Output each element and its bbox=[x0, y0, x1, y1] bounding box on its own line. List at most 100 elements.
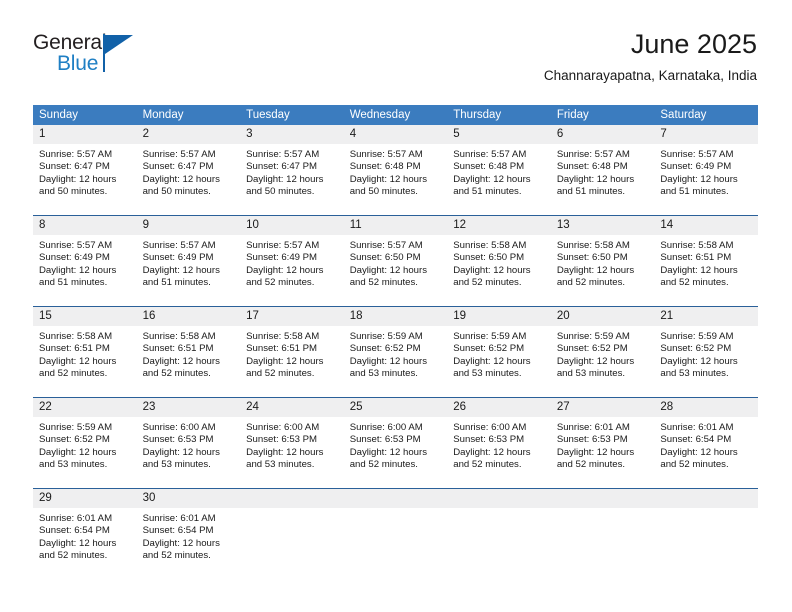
daylight-text: Daylight: 12 hours and 53 minutes. bbox=[453, 355, 531, 380]
daylight-text: Daylight: 12 hours and 52 minutes. bbox=[39, 355, 117, 380]
calendar-day-cell[interactable]: 24 Sunrise: 6:00 AM Sunset: 6:53 PM Dayligh… bbox=[240, 397, 344, 489]
day-number bbox=[343, 489, 448, 508]
calendar-day-cell[interactable]: 6 Sunrise: 5:57 AM Sunset: 6:48 PM Daylight… bbox=[550, 125, 655, 216]
calendar-day-cell[interactable]: 7 Sunrise: 5:57 AM Sunset: 6:49 PM Daylight… bbox=[654, 125, 758, 216]
daylight-text: Daylight: 12 hours and 52 minutes. bbox=[349, 264, 428, 289]
calendar-day-cell[interactable]: 25 Sunrise: 6:00 AM Sunset: 6:53 PM Dayligh… bbox=[343, 397, 448, 489]
sunset-text: Sunset: 6:52 PM bbox=[556, 343, 628, 355]
calendar-week-row: 8 Sunrise: 5:57 AM Sunset: 6:49 PM Daylight… bbox=[33, 215, 758, 307]
calendar-day-cell[interactable]: 19 Sunrise: 5:59 AM Sunset: 6:52 PM Dayligh… bbox=[447, 306, 551, 398]
day-cell-inner: 4 Sunrise: 5:57 AM Sunset: 6:48 PM Daylight… bbox=[343, 125, 448, 215]
calendar-day-cell[interactable]: 30 Sunrise: 6:01 AM Sunset: 6:54 PM Dayligh… bbox=[136, 488, 241, 579]
calendar-day-cell[interactable]: 27 Sunrise: 6:01 AM Sunset: 6:53 PM Dayligh… bbox=[550, 397, 655, 489]
calendar-day-cell[interactable]: 29 Sunrise: 6:01 AM Sunset: 6:54 PM Dayligh… bbox=[33, 488, 137, 579]
calendar-day-cell[interactable]: 3 Sunrise: 5:57 AM Sunset: 6:47 PM Daylight… bbox=[240, 125, 344, 216]
day-number: 10 bbox=[240, 216, 344, 235]
day-cell-inner: 22 Sunrise: 5:59 AM Sunset: 6:52 PM Dayligh… bbox=[33, 398, 137, 488]
sunset-text: Sunset: 6:50 PM bbox=[453, 252, 525, 264]
daylight-text: Daylight: 12 hours and 52 minutes. bbox=[246, 264, 324, 289]
sunrise-text: Sunrise: 5:57 AM bbox=[142, 149, 216, 160]
day-number: 29 bbox=[33, 489, 137, 508]
day-info: Sunrise: 5:59 AM Sunset: 6:52 PM Daylight:… bbox=[33, 417, 137, 472]
day-info: Sunrise: 5:58 AM Sunset: 6:51 PM Daylight:… bbox=[33, 326, 137, 381]
daylight-text: Daylight: 12 hours and 51 minutes. bbox=[142, 264, 220, 289]
daylight-text: Daylight: 12 hours and 50 minutes. bbox=[246, 173, 324, 198]
day-number: 7 bbox=[654, 125, 758, 144]
sunrise-text: Sunrise: 5:57 AM bbox=[349, 149, 423, 160]
daylight-text: Daylight: 12 hours and 53 minutes. bbox=[246, 446, 324, 471]
day-number: 22 bbox=[33, 398, 137, 417]
day-cell-inner: 17 Sunrise: 5:58 AM Sunset: 6:51 PM Dayligh… bbox=[240, 307, 344, 397]
weekday-header-thursday: Thursday bbox=[447, 105, 551, 125]
sunset-text: Sunset: 6:52 PM bbox=[349, 343, 421, 355]
day-cell-inner bbox=[447, 489, 551, 579]
calendar-week-row: 29 Sunrise: 6:01 AM Sunset: 6:54 PM Dayligh… bbox=[33, 488, 758, 579]
sunset-text: Sunset: 6:49 PM bbox=[246, 252, 318, 264]
day-number: 6 bbox=[550, 125, 655, 144]
calendar-day-cell[interactable]: 10 Sunrise: 5:57 AM Sunset: 6:49 PM Dayligh… bbox=[240, 215, 344, 307]
day-info: Sunrise: 5:57 AM Sunset: 6:49 PM Daylight:… bbox=[654, 144, 758, 199]
daylight-text: Daylight: 12 hours and 52 minutes. bbox=[660, 264, 738, 289]
calendar-day-cell[interactable]: 12 Sunrise: 5:58 AM Sunset: 6:50 PM Dayligh… bbox=[447, 215, 551, 307]
weekday-header-tuesday: Tuesday bbox=[240, 105, 344, 125]
daylight-text: Daylight: 12 hours and 53 minutes. bbox=[39, 446, 117, 471]
day-cell-inner: 25 Sunrise: 6:00 AM Sunset: 6:53 PM Dayligh… bbox=[343, 398, 448, 488]
calendar-day-cell[interactable]: 18 Sunrise: 5:59 AM Sunset: 6:52 PM Dayligh… bbox=[343, 306, 448, 398]
day-number: 28 bbox=[654, 398, 758, 417]
calendar-day-cell[interactable]: 28 Sunrise: 6:01 AM Sunset: 6:54 PM Dayligh… bbox=[654, 397, 758, 489]
day-number: 27 bbox=[550, 398, 655, 417]
sunset-text: Sunset: 6:52 PM bbox=[660, 343, 732, 355]
sunrise-text: Sunrise: 6:00 AM bbox=[453, 422, 527, 433]
sunrise-text: Sunrise: 6:00 AM bbox=[246, 422, 320, 433]
sunset-text: Sunset: 6:49 PM bbox=[142, 252, 214, 264]
sunset-text: Sunset: 6:48 PM bbox=[556, 161, 628, 173]
sunrise-text: Sunrise: 5:59 AM bbox=[453, 331, 527, 342]
day-number: 26 bbox=[447, 398, 551, 417]
calendar-day-cell[interactable]: 23 Sunrise: 6:00 AM Sunset: 6:53 PM Dayligh… bbox=[136, 397, 241, 489]
day-info: Sunrise: 5:57 AM Sunset: 6:47 PM Daylight:… bbox=[240, 144, 344, 199]
calendar-day-cell[interactable]: 17 Sunrise: 5:58 AM Sunset: 6:51 PM Dayligh… bbox=[240, 306, 344, 398]
sunrise-text: Sunrise: 5:59 AM bbox=[660, 331, 734, 342]
calendar-day-cell[interactable]: 5 Sunrise: 5:57 AM Sunset: 6:48 PM Daylight… bbox=[447, 125, 551, 216]
daylight-text: Daylight: 12 hours and 52 minutes. bbox=[39, 537, 117, 562]
day-info: Sunrise: 6:01 AM Sunset: 6:54 PM Daylight:… bbox=[137, 508, 241, 563]
calendar-day-cell[interactable]: 2 Sunrise: 5:57 AM Sunset: 6:47 PM Daylight… bbox=[136, 125, 241, 216]
calendar-day-cell[interactable]: 9 Sunrise: 5:57 AM Sunset: 6:49 PM Daylight… bbox=[136, 215, 241, 307]
calendar-day-cell[interactable]: 21 Sunrise: 5:59 AM Sunset: 6:52 PM Dayligh… bbox=[654, 306, 758, 398]
calendar-day-cell[interactable]: 16 Sunrise: 5:58 AM Sunset: 6:51 PM Dayligh… bbox=[136, 306, 241, 398]
day-number: 25 bbox=[343, 398, 448, 417]
day-info: Sunrise: 5:57 AM Sunset: 6:48 PM Daylight:… bbox=[551, 144, 655, 199]
day-cell-inner: 29 Sunrise: 6:01 AM Sunset: 6:54 PM Dayligh… bbox=[33, 489, 137, 579]
calendar-day-cell[interactable]: 8 Sunrise: 5:57 AM Sunset: 6:49 PM Daylight… bbox=[33, 215, 137, 307]
calendar-day-cell[interactable]: 13 Sunrise: 5:58 AM Sunset: 6:50 PM Dayligh… bbox=[550, 215, 655, 307]
day-info: Sunrise: 5:57 AM Sunset: 6:49 PM Daylight:… bbox=[240, 235, 344, 290]
page-title: June 2025 bbox=[630, 29, 757, 59]
day-cell-inner bbox=[550, 489, 655, 579]
calendar-day-cell[interactable]: 15 Sunrise: 5:58 AM Sunset: 6:51 PM Dayligh… bbox=[33, 306, 137, 398]
sunset-text: Sunset: 6:51 PM bbox=[39, 343, 110, 355]
calendar-day-cell[interactable]: 26 Sunrise: 6:00 AM Sunset: 6:53 PM Dayligh… bbox=[447, 397, 551, 489]
daylight-text: Daylight: 12 hours and 52 minutes. bbox=[556, 264, 635, 289]
day-info: Sunrise: 5:59 AM Sunset: 6:52 PM Daylight:… bbox=[447, 326, 551, 381]
sunset-text: Sunset: 6:50 PM bbox=[349, 252, 421, 264]
day-info: Sunrise: 6:00 AM Sunset: 6:53 PM Daylight:… bbox=[447, 417, 551, 472]
day-info: Sunrise: 5:58 AM Sunset: 6:51 PM Daylight:… bbox=[240, 326, 344, 381]
page-header: General Blue June 2025 Channarayapatna, … bbox=[33, 28, 757, 96]
sunrise-text: Sunrise: 5:57 AM bbox=[246, 149, 320, 160]
general-blue-logo[interactable]: General Blue bbox=[33, 32, 143, 82]
calendar-day-cell[interactable]: 20 Sunrise: 5:59 AM Sunset: 6:52 PM Dayligh… bbox=[550, 306, 655, 398]
calendar-day-cell[interactable]: 11 Sunrise: 5:57 AM Sunset: 6:50 PM Dayligh… bbox=[343, 215, 448, 307]
sunrise-text: Sunrise: 6:01 AM bbox=[660, 422, 734, 433]
day-number bbox=[447, 489, 551, 508]
calendar-day-cell[interactable]: 14 Sunrise: 5:58 AM Sunset: 6:51 PM Dayligh… bbox=[654, 215, 758, 307]
calendar-day-cell[interactable]: 4 Sunrise: 5:57 AM Sunset: 6:48 PM Daylight… bbox=[343, 125, 448, 216]
calendar-day-cell[interactable]: 1 Sunrise: 5:57 AM Sunset: 6:47 PM Daylight… bbox=[33, 125, 137, 216]
day-cell-inner: 27 Sunrise: 6:01 AM Sunset: 6:53 PM Dayligh… bbox=[550, 398, 655, 488]
day-info: Sunrise: 6:01 AM Sunset: 6:54 PM Daylight:… bbox=[654, 417, 758, 472]
daylight-text: Daylight: 12 hours and 51 minutes. bbox=[660, 173, 738, 198]
calendar-day-cell[interactable]: 22 Sunrise: 5:59 AM Sunset: 6:52 PM Dayligh… bbox=[33, 397, 137, 489]
daylight-text: Daylight: 12 hours and 50 minutes. bbox=[142, 173, 220, 198]
day-info: Sunrise: 5:59 AM Sunset: 6:52 PM Daylight:… bbox=[344, 326, 448, 381]
day-info: Sunrise: 5:59 AM Sunset: 6:52 PM Daylight:… bbox=[551, 326, 655, 381]
daylight-text: Daylight: 12 hours and 51 minutes. bbox=[453, 173, 531, 198]
